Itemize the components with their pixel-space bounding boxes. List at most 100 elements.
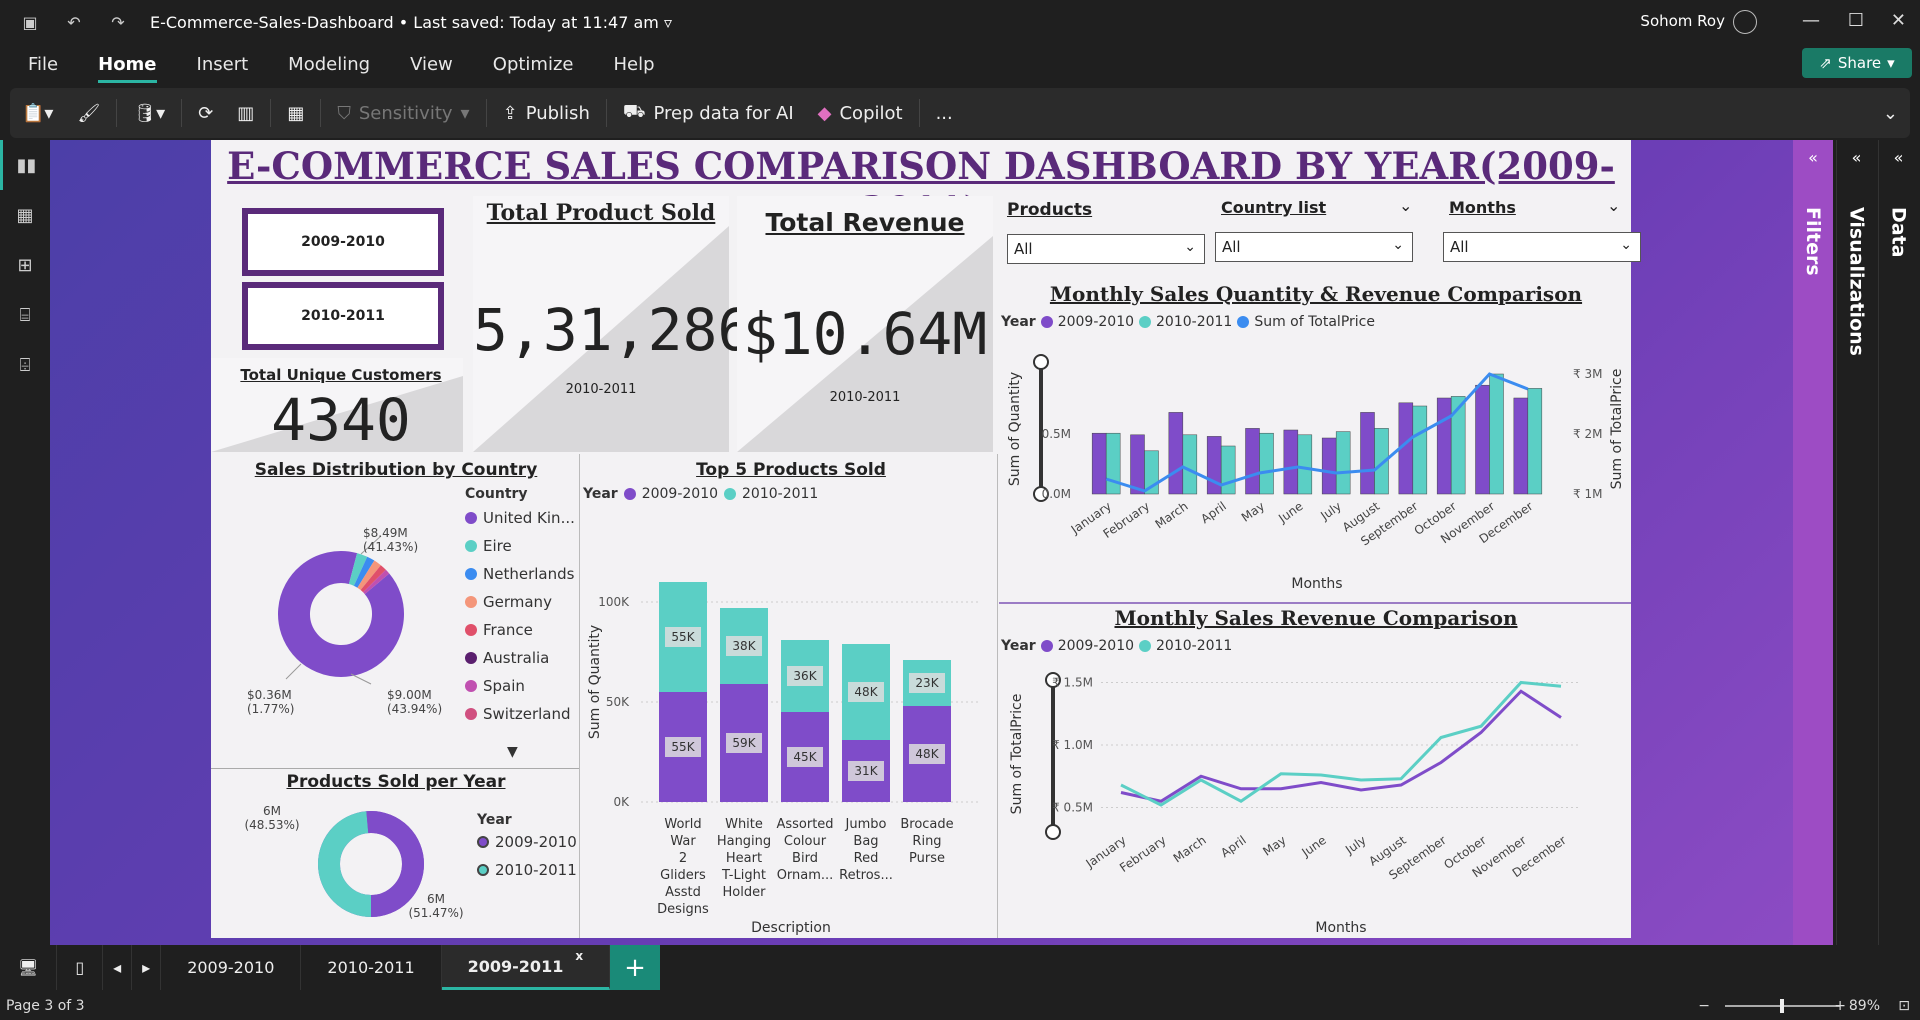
menu-optimize[interactable]: Optimize (473, 54, 594, 75)
publish-button[interactable]: ⇪ Publish (491, 93, 602, 133)
table-view-icon[interactable]: ▦ (0, 190, 50, 240)
zoom-out-icon[interactable]: − (1698, 998, 1710, 1014)
paste-button[interactable]: 📋▾ (10, 93, 65, 133)
legend-scroll-down-icon[interactable]: ▼ (507, 744, 518, 760)
filters-pane[interactable]: « Filters (1793, 140, 1833, 945)
bar-2010-2011[interactable] (1489, 373, 1504, 495)
legend-item[interactable]: United Kin... (465, 504, 575, 532)
bar-2009-2010[interactable] (1513, 397, 1529, 495)
more-options-button[interactable]: ... (924, 93, 965, 133)
model-view-icon[interactable]: ⊞ (0, 240, 50, 290)
calculator-icon[interactable]: ▦ (275, 93, 316, 133)
bar-2009-2010[interactable] (1475, 384, 1490, 495)
bar-2010-2011[interactable] (1297, 434, 1313, 495)
document-title[interactable]: E-Commerce-Sales-Dashboard • Last saved:… (150, 13, 672, 32)
avatar[interactable] (1733, 10, 1757, 34)
products-slicer[interactable]: All ⌄ (1007, 234, 1205, 264)
add-page-button[interactable]: + (610, 945, 661, 990)
monthly-revenue-chart[interactable]: ₹ 0.5M₹ 1.0M₹ 1.5MSum of TotalPriceJanua… (1001, 658, 1631, 938)
tmdl-view-icon[interactable]: ⌹ (0, 340, 50, 390)
minimize-icon[interactable]: — (1802, 10, 1820, 31)
bar-2009-2010[interactable] (1436, 397, 1452, 495)
top5-bar-chart[interactable]: 0K 50K 100K Sum of Quantity 55K 55K World War 2 G… (581, 508, 1001, 938)
legend-item[interactable]: 2010-2011 (477, 856, 577, 884)
new-visual-icon[interactable]: ▥ (225, 93, 266, 133)
zoom-slider-thumb[interactable] (1780, 999, 1784, 1013)
bar-2009-2010[interactable] (1130, 434, 1145, 495)
bar-2009-2010[interactable] (1245, 428, 1260, 495)
desktop-layout-icon[interactable]: 🖥 (0, 945, 58, 990)
slider-handle[interactable] (1045, 824, 1061, 840)
bar-2010-2011[interactable] (1527, 388, 1543, 495)
chevron-down-icon[interactable]: ⌄ (1607, 196, 1620, 215)
legend-item[interactable]: Spain (465, 672, 575, 700)
bar-2009-2010[interactable] (1360, 412, 1375, 495)
collapse-ribbon-icon[interactable]: ⌄ (1871, 93, 1910, 133)
menu-help[interactable]: Help (594, 54, 675, 75)
chevron-down-icon[interactable]: ⌄ (1399, 196, 1412, 215)
data-pane[interactable]: « Data (1878, 140, 1918, 945)
bar-2009-2010[interactable] (1091, 432, 1107, 495)
copilot-button[interactable]: ◆ Copilot (806, 93, 915, 133)
legend-item[interactable]: Switzerland (465, 700, 575, 728)
legend-item[interactable]: France (465, 616, 575, 644)
share-button[interactable]: ⇗ Share ▾ (1802, 48, 1912, 78)
legend-item[interactable]: 2009-2010 (477, 828, 577, 856)
expand-icon[interactable]: « (1808, 148, 1818, 167)
legend-item[interactable]: Germany (465, 588, 575, 616)
bar-2010-2011[interactable] (1335, 431, 1351, 495)
mobile-layout-icon[interactable]: ▯ (57, 945, 104, 990)
get-data-button[interactable]: 🛢▾ (121, 93, 177, 133)
bar-2010-2011[interactable] (1105, 432, 1121, 495)
legend-item[interactable]: 2009-2010 (1058, 314, 1134, 330)
close-tab-icon[interactable]: x (575, 949, 583, 963)
page-tab-2009-2010[interactable]: 2009-2010 (161, 945, 302, 990)
menu-file[interactable]: File (0, 54, 78, 75)
bar-2010-2011[interactable] (1259, 432, 1274, 495)
expand-icon[interactable]: « (1852, 148, 1862, 167)
slider-handle[interactable] (1033, 354, 1049, 370)
legend-item[interactable]: 2010-2011 (742, 486, 818, 502)
menu-view[interactable]: View (390, 54, 473, 75)
bar-2009-2010[interactable] (1168, 412, 1184, 495)
legend-item[interactable]: Eire (465, 532, 575, 560)
series-line[interactable] (1120, 689, 1562, 803)
bar-2010-2011[interactable] (1450, 396, 1466, 495)
close-icon[interactable]: ✕ (1891, 10, 1906, 31)
prev-page-icon[interactable]: ◂ (103, 945, 133, 990)
months-slicer[interactable]: All ⌄ (1443, 232, 1641, 262)
bar-2010-2011[interactable] (1182, 434, 1198, 495)
page-tab-2010-2011[interactable]: 2010-2011 (301, 945, 442, 990)
dax-query-icon[interactable]: ⌸ (0, 290, 50, 340)
refresh-icon[interactable]: ⟳ (186, 93, 225, 133)
monthly-qty-chart[interactable]: 0.0M 0.5M ₹ 1M ₹ 2M ₹ 3M Sum of Quantity Sum o… (1001, 334, 1631, 594)
report-view-icon[interactable]: ▮▮ (0, 140, 50, 190)
save-icon[interactable]: ▣ (16, 8, 44, 36)
country-slicer[interactable]: All ⌄ (1215, 232, 1413, 262)
page-tab-2009-2011[interactable]: 2009-2011 x (441, 945, 611, 990)
menu-modeling[interactable]: Modeling (268, 54, 390, 75)
maximize-icon[interactable]: ☐ (1848, 10, 1864, 31)
year-button-2009-2010[interactable]: 2009-2010 (242, 208, 444, 276)
fit-page-icon[interactable]: ⊡ (1898, 998, 1910, 1014)
visualizations-pane[interactable]: « Visualizations (1836, 140, 1876, 945)
undo-icon[interactable]: ↶ (60, 8, 88, 36)
prep-data-button[interactable]: ⛟ Prep data for AI (611, 93, 806, 133)
legend-item[interactable]: 2010-2011 (1156, 638, 1232, 654)
bar-2010-2011[interactable] (1412, 405, 1428, 495)
format-painter-icon[interactable]: 🖌 (65, 93, 112, 133)
expand-icon[interactable]: « (1894, 148, 1904, 167)
legend-item[interactable]: 2010-2011 (1156, 314, 1232, 330)
bar-2009-2010[interactable] (1283, 429, 1299, 495)
bar-2010-2011[interactable] (1220, 445, 1236, 495)
legend-item[interactable]: 2009-2010 (1058, 638, 1134, 654)
menu-home[interactable]: Home (78, 54, 176, 83)
donut-slice-uk[interactable] (275, 548, 407, 680)
legend-item[interactable]: Australia (465, 644, 575, 672)
year-button-2010-2011[interactable]: 2010-2011 (242, 282, 444, 350)
next-page-icon[interactable]: ▸ (132, 945, 162, 990)
legend-item[interactable]: 2009-2010 (642, 486, 718, 502)
menu-insert[interactable]: Insert (177, 54, 269, 75)
legend-item[interactable]: Netherlands (465, 560, 575, 588)
bar-2009-2010[interactable] (1321, 437, 1337, 495)
